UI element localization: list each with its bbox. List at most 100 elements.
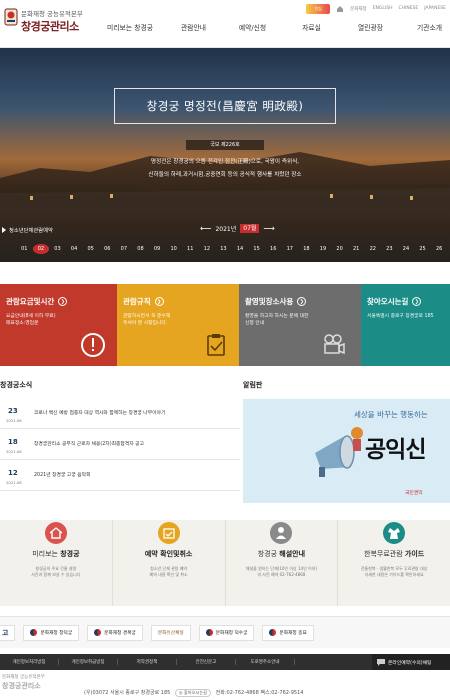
tile-filming-label: 촬영및장소사용 (245, 297, 294, 306)
partner-link[interactable]: 문화재청 종묘 (262, 624, 314, 641)
calendar-day[interactable]: 23 (381, 244, 398, 254)
calendar-day[interactable]: 08 (132, 244, 149, 254)
card-guided-tour[interactable]: 창경궁 해설안내 해설을 원하는 단체(10인 이상 14인 이하) 의 사전 … (226, 520, 339, 606)
partner-banners: 고 문화재청 창덕궁 문화재청 경복궁 문화유산채널 문화재청 덕수궁 문화재청… (0, 616, 450, 648)
news-year-month: 2021.06 (6, 449, 22, 454)
util-link-chinese[interactable]: CHINESE (398, 6, 418, 11)
calendar-day[interactable]: 03 (49, 244, 66, 254)
nav-visit-info[interactable]: 관람안내 (164, 22, 223, 32)
news-day: 18 (8, 438, 18, 446)
util-link-japanese[interactable]: JAPANESE (424, 6, 446, 11)
calendar-day[interactable]: 22 (364, 244, 381, 254)
calendar-day[interactable]: 14 (232, 244, 249, 254)
partner-link[interactable]: 문화재청 창덕궁 (23, 624, 80, 641)
arrow-right-icon: ❯ (58, 297, 68, 306)
home-icon[interactable] (336, 5, 344, 13)
campaign-badge[interactable]: 안심 (306, 3, 331, 14)
partner-link[interactable]: 문화재청 덕수궁 (198, 624, 255, 641)
utility-links: 안심 문화재청 ENGLISH CHINESE JAPANESE (306, 3, 446, 14)
nav-about[interactable]: 기관소개 (400, 22, 450, 32)
footer-address-text: (우)03072 서울시 종로구 창경궁로 185 (84, 690, 171, 696)
news-year-month: 2021.06 (6, 418, 22, 423)
calendar-day[interactable]: 24 (398, 244, 415, 254)
hero-badge: 국보 제226호 (186, 140, 264, 150)
calendar-day[interactable]: 07 (116, 244, 133, 254)
calendar-day[interactable]: 13 (215, 244, 232, 254)
service-cards: 미리보는 창경궁 창경궁의 주요 건물 설명 사진과 함께 보실 수 있습니다 … (0, 520, 450, 606)
footer-link-privacy-handling[interactable]: 개인정보취급방침 (59, 659, 118, 665)
whistleblower-banner[interactable]: 세상을 바꾸는 행동하는 공익신 국민권익 (243, 399, 450, 503)
calendar-day[interactable]: 26 (431, 244, 448, 254)
card-preview-palace[interactable]: 미리보는 창경궁 창경궁의 주요 건물 설명 사진과 함께 보실 수 있습니다 (0, 520, 113, 606)
calendar-day[interactable]: 25 (414, 244, 431, 254)
calendar-day[interactable]: 04 (66, 244, 83, 254)
calendar-day[interactable]: 15 (248, 244, 265, 254)
site-logo[interactable]: 문화재청 궁능유적본부 창경궁관리소 (4, 5, 83, 43)
calendar-day[interactable]: 16 (265, 244, 282, 254)
online-chat-button[interactable]: 온라인예약(수의)채팅 (372, 654, 450, 670)
directions-button[interactable]: ◎ 찾아오시는길 (174, 689, 212, 697)
calendar-day[interactable]: 02 (32, 244, 50, 254)
calendar-day[interactable]: 21 (348, 244, 365, 254)
logo-site-name: 창경궁관리소 (21, 20, 79, 33)
nav-reservation[interactable]: 예약/신청 (223, 22, 282, 32)
partner-link[interactable]: 고 (0, 624, 16, 641)
partner-link[interactable]: 문화유산채널 (150, 624, 191, 641)
calendar-day[interactable]: 09 (149, 244, 166, 254)
partner-label: 문화재청 종묘 (279, 630, 307, 636)
tile-fees-label: 관람요금및시간 (6, 297, 55, 306)
tile-directions-desc: 서울특별시 종로구 창경궁로 185 (367, 314, 434, 319)
hero-desc-line-2: 신하들의 하례,과거시험,궁중연회 등의 공식적 행사를 치렀던 장소 (148, 172, 302, 178)
group-booking-text: 청소년단체관람예약 (9, 228, 53, 234)
cha-logo-icon (269, 629, 277, 636)
logo-org-text: 문화재청 궁능유적본부 (21, 10, 83, 18)
news-headline: 코로나 백신 예방 접종자 대상 역사와 함께하는 창경궁 나무이야기 (34, 411, 166, 416)
group-booking-label[interactable]: 청소년단체관람예약 (2, 226, 53, 234)
util-link-english[interactable]: ENGLISH (373, 6, 393, 11)
calendar-day[interactable]: 10 (165, 244, 182, 254)
card-hanbok-guide[interactable]: 한복무료관람 가이드 전통한복 · 생활한복 모두 무료관람 대상 자세한 내용… (338, 520, 450, 606)
nav-archive[interactable]: 자료실 (282, 22, 341, 32)
tile-rules-label: 관람규칙 (123, 297, 151, 306)
calendar-day[interactable]: 18 (298, 244, 315, 254)
hero-title-box: 창경궁 명정전(昌慶宮 明政殿) (114, 88, 336, 124)
calendar-day[interactable]: 20 (331, 244, 348, 254)
tile-rules-desc: 관람하시면서 꼭 준수해 주셔야 할 사항입니다. (123, 314, 171, 326)
banner-headline: 공익신 (365, 437, 426, 463)
calendar-day[interactable]: 11 (182, 244, 199, 254)
calendar-day[interactable]: 17 (282, 244, 299, 254)
tile-fees-hours[interactable]: 관람요금및시간 ❯ 요금안내(8세 이하 무료) 매표정소:영업문 (0, 284, 117, 366)
footer-link-privacy[interactable]: 개인정보처리방침 (0, 659, 59, 665)
calendar-day[interactable]: 05 (82, 244, 99, 254)
calendar-day[interactable]: 12 (199, 244, 216, 254)
card-reservation-check[interactable]: 예약 확인및취소 청소년 단체 관람 예약 예약 내용 확인 및 취소 (113, 520, 226, 606)
tile-directions[interactable]: 찾아오시는길 ❯ 서울특별시 종로구 창경궁로 185 (361, 284, 450, 366)
news-item[interactable]: 23 2021.06 코로나 백신 예방 접종자 대상 역사와 함께하는 창경궁… (0, 398, 240, 429)
tile-fees-title: 관람요금및시간 ❯ (6, 296, 117, 307)
footer-link-copyright[interactable]: 저작권정책 (118, 659, 177, 665)
util-link-1[interactable]: 문화재청 (350, 6, 367, 12)
calendar-month: 07월 (240, 224, 260, 233)
calendar-day[interactable]: 19 (315, 244, 332, 254)
partner-link[interactable]: 문화재청 경복궁 (87, 624, 143, 641)
next-month-icon[interactable]: ⟶ (263, 224, 274, 233)
news-item[interactable]: 18 2021.06 창경궁관리소 공무직 근로자 채용(2차)최종합격자 공고 (0, 429, 240, 460)
calendar-month-nav: ⟵ 2021년 07월 ⟶ (200, 224, 275, 233)
partner-label: 문화재청 경복궁 (104, 630, 136, 636)
calendar-day[interactable]: 06 (99, 244, 116, 254)
calendar-day[interactable]: 01 (16, 244, 33, 254)
tile-rules[interactable]: 관람규칙 ❯ 관람하시면서 꼭 준수해 주셔야 할 사항입니다. (117, 284, 239, 366)
main-nav: 미리보는 창경궁 관람안내 예약/신청 자료실 열린광장 기관소개 (96, 22, 450, 32)
nav-preview[interactable]: 미리보는 창경궁 (96, 22, 164, 32)
footer-link-road-address[interactable]: 도로명주소안내 (236, 659, 295, 665)
clipboard-check-icon (207, 334, 225, 356)
footer-link-safety-report[interactable]: 안전신문고 (177, 659, 236, 665)
arrow-right-icon: ❯ (297, 297, 307, 306)
news-item[interactable]: 12 2021.06 2021년 창경궁 고궁 음악회 (0, 460, 240, 491)
tile-filming[interactable]: 촬영및장소사용 ❯ 촬영을 하고자 하시는 분에 대한 신청 안내 (239, 284, 361, 366)
nav-open-square[interactable]: 열린광장 (341, 22, 400, 32)
cha-logo-icon (94, 629, 102, 636)
news-day: 12 (8, 469, 18, 477)
prev-month-icon[interactable]: ⟵ (200, 224, 211, 233)
banner-slogan: 세상을 바꾸는 행동하는 (354, 410, 428, 419)
